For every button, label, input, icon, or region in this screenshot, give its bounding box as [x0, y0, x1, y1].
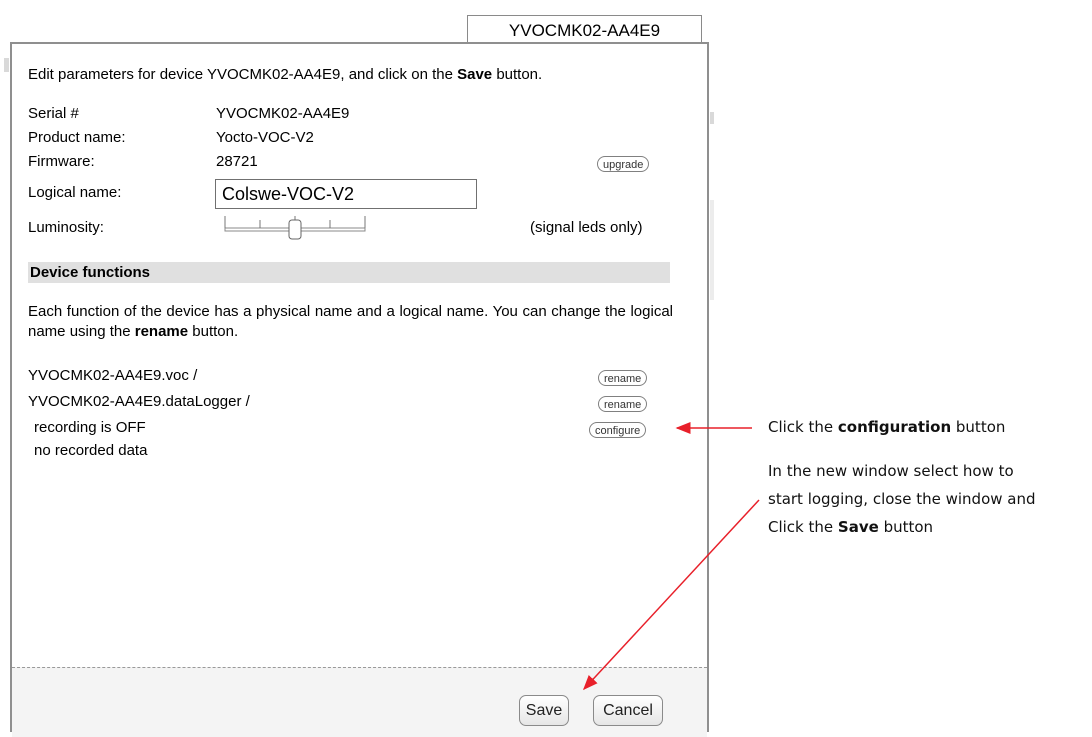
note1-prefix: Click the — [768, 418, 838, 436]
note2-bold: Save — [837, 518, 879, 536]
note-line2: start logging, close the window and — [768, 490, 1036, 508]
note2-prefix: Click the — [768, 518, 838, 536]
note-line1: In the new window select how to — [768, 462, 1014, 480]
note2-suffix: button — [878, 518, 934, 536]
arrow-to-save — [582, 499, 760, 691]
note-configuration: Click the configuration button — [768, 418, 1005, 436]
annotation-arrows — [582, 422, 760, 691]
note-save: Click the Save button — [768, 518, 933, 536]
note1-suffix: button — [951, 418, 1006, 436]
note1-bold: configuration — [837, 418, 952, 436]
